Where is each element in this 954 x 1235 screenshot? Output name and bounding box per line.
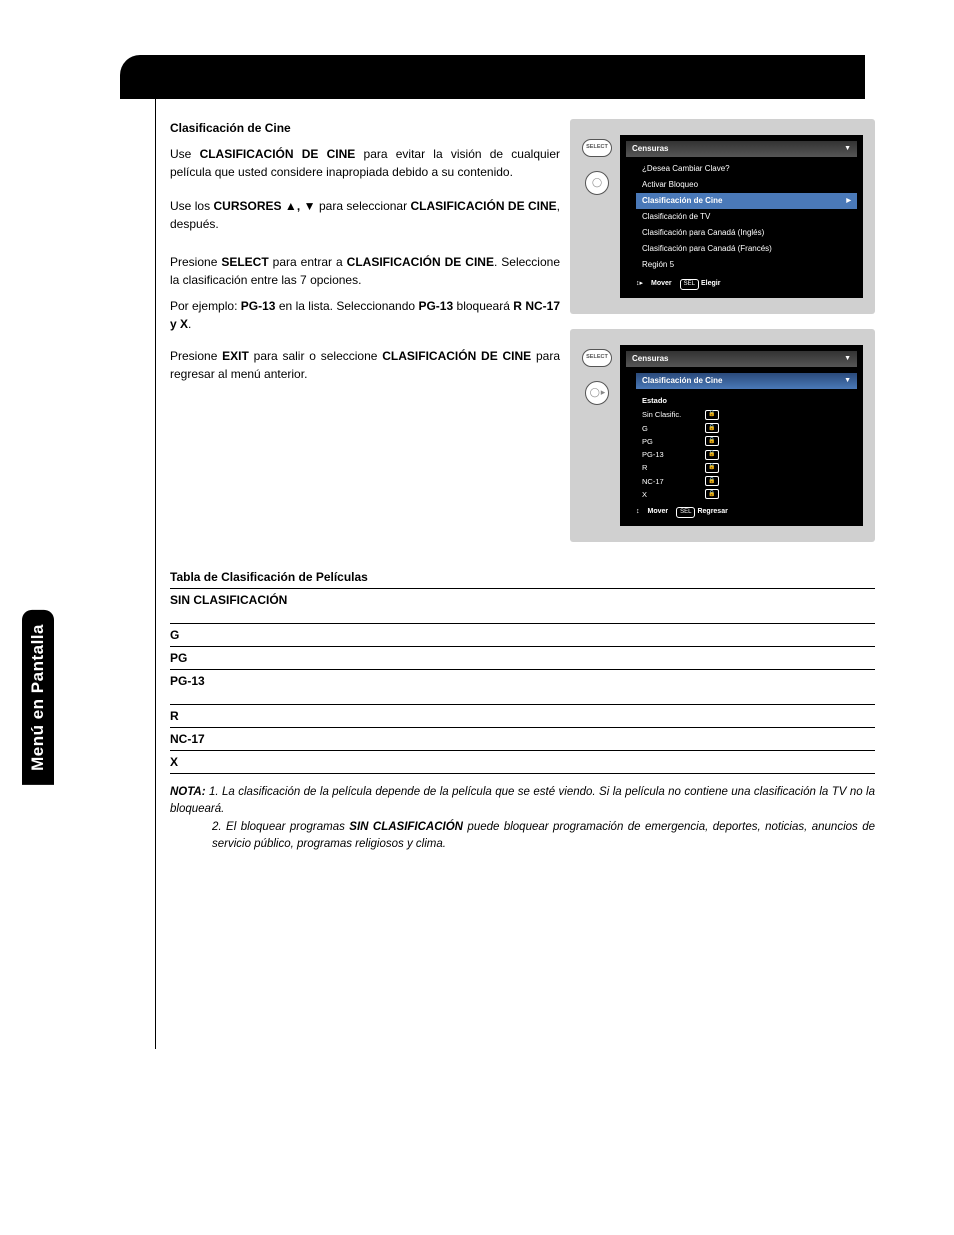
chevron-down-icon: ▼ (844, 144, 851, 155)
step3-post: . (188, 317, 191, 331)
rating-row: NC-17 🔒 (636, 475, 857, 488)
osd-panel-2: SELECT ◯▸ Censuras ▼ Clasificación de Ci… (570, 329, 875, 542)
osd1-item: ¿Desea Cambiar Clave? (636, 161, 857, 177)
note-1: 1. La clasificación de la película depen… (170, 786, 875, 815)
table-row: G (170, 624, 875, 647)
osd2-estado-label: Estado (642, 395, 667, 406)
step3-mid1: en la lista. Seleccionando (275, 299, 418, 313)
lock-icon: 🔒 (705, 436, 719, 446)
osd2-title-text: Censuras (632, 353, 668, 365)
osd2-footer: ↕ Mover SELRegresar (636, 507, 857, 518)
osd1-item-label: Activar Bloqueo (642, 179, 698, 191)
lock-icon: 🔒 (705, 423, 719, 433)
osd1-item: Clasificación para Canadá (Francés) (636, 241, 857, 257)
note-2b: SIN CLASIFICACIÓN (349, 821, 463, 833)
step4-mid: para salir o seleccione (249, 349, 382, 363)
rating-row: R🔒 (636, 461, 857, 474)
step1-mid: para seleccionar (319, 199, 411, 213)
intro-pre: Use (170, 147, 200, 161)
chevron-down-icon: ▼ (844, 376, 851, 387)
chevron-down-icon: ▼ (844, 354, 851, 365)
rating-label: PG (642, 436, 687, 447)
osd1-title: Censuras ▼ (626, 141, 857, 157)
remote-select-button-icon: SELECT (582, 139, 612, 157)
table-row: NC-17 (170, 728, 875, 751)
rating-label: X (642, 489, 687, 500)
rating-label: G (642, 423, 687, 434)
rating-label: Sin Clasific. (642, 409, 687, 420)
osd1-item-label: Región 5 (642, 259, 674, 271)
step4-exit: EXIT (222, 349, 249, 363)
notes: NOTA: 1. La clasificación de la película… (170, 784, 875, 853)
osd1-item: Activar Bloqueo (636, 177, 857, 193)
step3-pg13-1: PG-13 (241, 299, 276, 313)
rating-label: PG-13 (642, 449, 687, 460)
step2-bold: CLASIFICACIÓN DE CINE (347, 255, 494, 269)
section-title: Clasificación de Cine (170, 121, 291, 135)
lock-icon: 🔒 (705, 463, 719, 473)
page-header-bar (120, 55, 865, 99)
sel-icon: SEL (680, 279, 699, 290)
rating-row: PG 🔒 (636, 435, 857, 448)
osd1-footer: ↕▸ Mover SELElegir (636, 279, 857, 290)
lock-icon: 🔒 (705, 476, 719, 486)
lock-icon: 🔒 (705, 450, 719, 460)
osd1-title-text: Censuras (632, 143, 668, 155)
osd2-title: Censuras ▼ (626, 351, 857, 367)
table-row: SIN CLASIFICACIÓN (170, 589, 875, 624)
step1-pre: Use los (170, 199, 214, 213)
notes-label: NOTA: (170, 786, 206, 798)
note-2a: 2. El bloquear programas (212, 821, 349, 833)
osd1-item-label: Clasificación para Canadá (Francés) (642, 243, 772, 255)
arrows-icon: ↕ (636, 507, 640, 518)
step1-bold: CLASIFICACIÓN DE CINE (411, 199, 557, 213)
osd2-subtitle-text: Clasificación de Cine (642, 375, 722, 387)
table-row: R (170, 705, 875, 728)
osd1-footer-elegir: Elegir (701, 280, 720, 287)
table-row: PG-13 (170, 670, 875, 705)
side-tab: Menú en Pantalla (22, 610, 54, 785)
osd1-item-label: Clasificación para Canadá (Inglés) (642, 227, 764, 239)
step2-pre: Presione (170, 255, 221, 269)
intro-bold: CLASIFICACIÓN DE CINE (200, 147, 356, 161)
step3-pg13-2: PG-13 (418, 299, 453, 313)
step3-pre: Por ejemplo: (170, 299, 241, 313)
osd1-item-selected: Clasificación de Cine ▶ (636, 193, 857, 209)
arrows-icon: ↕▸ (636, 279, 643, 290)
step1-cursors: CURSORES (214, 199, 282, 213)
osd1-item: Clasificación para Canadá (Inglés) (636, 225, 857, 241)
osd2-subtitle: Clasificación de Cine ▼ (636, 373, 857, 389)
remote-select-button-icon: SELECT (582, 349, 612, 367)
rating-row: G🔒 (636, 422, 857, 435)
lock-icon: 🔒 (705, 489, 719, 499)
arrows-icon: ▲, ▼ (282, 199, 319, 213)
step4-bold: CLASIFICACIÓN DE CINE (382, 349, 531, 363)
rating-label: NC-17 (642, 476, 687, 487)
rating-row: Sin Clasific. 🔒 (636, 408, 857, 421)
step4-pre: Presione (170, 349, 222, 363)
table-row: PG (170, 647, 875, 670)
rating-label: R (642, 462, 687, 473)
remote-cursor-button-icon: ◯▸ (585, 381, 609, 405)
step2-mid: para entrar a (269, 255, 347, 269)
table-row: X (170, 751, 875, 774)
osd2-footer-regresar: Regresar (697, 508, 727, 515)
osd2-footer-mover: Mover (648, 507, 669, 518)
osd1-item: Región 5 (636, 257, 857, 273)
chevron-right-icon: ▶ (846, 197, 851, 206)
table-title: Tabla de Clasificación de Películas (170, 568, 875, 589)
lock-icon: 🔒 (705, 410, 719, 420)
osd-panel-1: SELECT ◯ Censuras ▼ ¿Desea Cambiar Clave… (570, 119, 875, 314)
sel-icon: SEL (676, 507, 695, 518)
osd1-item-label: Clasificación de TV (642, 211, 710, 223)
osd1-item-label: ¿Desea Cambiar Clave? (642, 163, 730, 175)
osd1-item-label: Clasificación de Cine (642, 195, 722, 207)
osd1-item: Clasificación de TV (636, 209, 857, 225)
remote-cursor-button-icon: ◯ (585, 171, 609, 195)
rating-row: X🔒 (636, 488, 857, 501)
step2-select: SELECT (221, 255, 268, 269)
osd1-footer-mover: Mover (651, 279, 672, 290)
rating-row: PG-13 🔒 (636, 448, 857, 461)
step3-mid2: bloqueará (453, 299, 513, 313)
